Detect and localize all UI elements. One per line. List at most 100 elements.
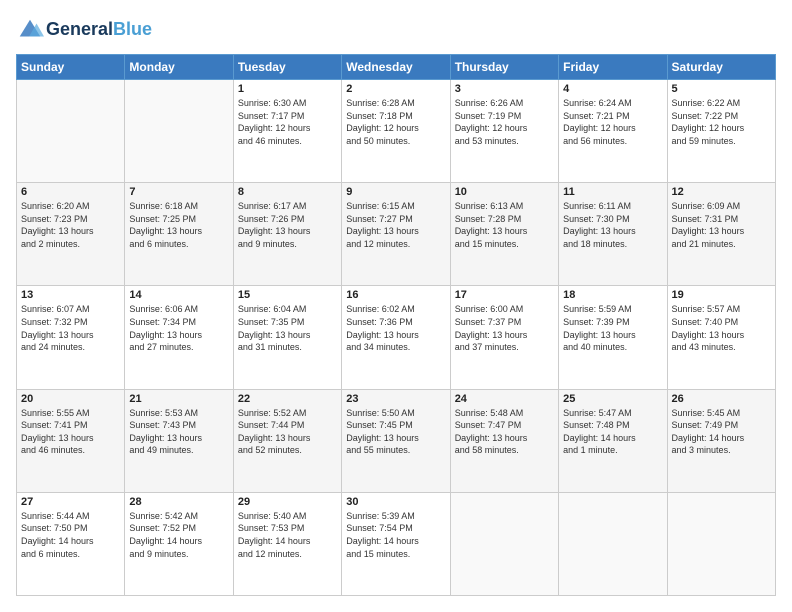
calendar-day-header: Sunday bbox=[17, 55, 125, 80]
calendar-day-cell: 2 Sunrise: 6:28 AM Sunset: 7:18 PM Daylig… bbox=[342, 80, 450, 183]
calendar-day-header: Thursday bbox=[450, 55, 558, 80]
calendar-day-cell: 6 Sunrise: 6:20 AM Sunset: 7:23 PM Daylig… bbox=[17, 183, 125, 286]
day-info: Sunrise: 6:24 AM Sunset: 7:21 PM Dayligh… bbox=[563, 97, 662, 147]
day-number: 6 bbox=[21, 186, 120, 198]
day-info: Sunrise: 6:11 AM Sunset: 7:30 PM Dayligh… bbox=[563, 200, 662, 250]
calendar-day-header: Friday bbox=[559, 55, 667, 80]
day-number: 13 bbox=[21, 289, 120, 301]
day-info: Sunrise: 5:57 AM Sunset: 7:40 PM Dayligh… bbox=[672, 303, 771, 353]
day-number: 27 bbox=[21, 496, 120, 508]
day-info: Sunrise: 6:06 AM Sunset: 7:34 PM Dayligh… bbox=[129, 303, 228, 353]
day-info: Sunrise: 5:52 AM Sunset: 7:44 PM Dayligh… bbox=[238, 407, 337, 457]
day-info: Sunrise: 5:48 AM Sunset: 7:47 PM Dayligh… bbox=[455, 407, 554, 457]
day-number: 23 bbox=[346, 393, 445, 405]
page: GeneralBlue SundayMondayTuesdayWednesday… bbox=[0, 0, 792, 612]
day-info: Sunrise: 5:44 AM Sunset: 7:50 PM Dayligh… bbox=[21, 510, 120, 560]
day-info: Sunrise: 5:47 AM Sunset: 7:48 PM Dayligh… bbox=[563, 407, 662, 457]
day-info: Sunrise: 6:20 AM Sunset: 7:23 PM Dayligh… bbox=[21, 200, 120, 250]
logo-text: GeneralBlue bbox=[46, 20, 152, 40]
day-number: 22 bbox=[238, 393, 337, 405]
day-info: Sunrise: 5:40 AM Sunset: 7:53 PM Dayligh… bbox=[238, 510, 337, 560]
day-number: 8 bbox=[238, 186, 337, 198]
day-number: 21 bbox=[129, 393, 228, 405]
calendar-day-cell: 12Sunrise: 6:09 AM Sunset: 7:31 PM Dayli… bbox=[667, 183, 775, 286]
day-info: Sunrise: 6:17 AM Sunset: 7:26 PM Dayligh… bbox=[238, 200, 337, 250]
calendar-day-header: Wednesday bbox=[342, 55, 450, 80]
calendar-day-cell: 9Sunrise: 6:15 AM Sunset: 7:27 PM Daylig… bbox=[342, 183, 450, 286]
calendar-day-cell: 7 Sunrise: 6:18 AM Sunset: 7:25 PM Daylig… bbox=[125, 183, 233, 286]
day-info: Sunrise: 5:39 AM Sunset: 7:54 PM Dayligh… bbox=[346, 510, 445, 560]
calendar-table: SundayMondayTuesdayWednesdayThursdayFrid… bbox=[16, 54, 776, 596]
day-number: 10 bbox=[455, 186, 554, 198]
calendar-day-cell: 30 Sunrise: 5:39 AM Sunset: 7:54 PM Dayli… bbox=[342, 492, 450, 595]
calendar-day-cell: 14 Sunrise: 6:06 AM Sunset: 7:34 PM Dayli… bbox=[125, 286, 233, 389]
calendar-day-cell: 8 Sunrise: 6:17 AM Sunset: 7:26 PM Daylig… bbox=[233, 183, 341, 286]
day-info: Sunrise: 6:28 AM Sunset: 7:18 PM Dayligh… bbox=[346, 97, 445, 147]
day-number: 17 bbox=[455, 289, 554, 301]
calendar-header-row: SundayMondayTuesdayWednesdayThursdayFrid… bbox=[17, 55, 776, 80]
calendar-day-cell: 23 Sunrise: 5:50 AM Sunset: 7:45 PM Dayli… bbox=[342, 389, 450, 492]
calendar-day-cell: 27 Sunrise: 5:44 AM Sunset: 7:50 PM Dayli… bbox=[17, 492, 125, 595]
calendar-day-cell: 17Sunrise: 6:00 AM Sunset: 7:37 PM Dayli… bbox=[450, 286, 558, 389]
calendar-week-row: 27 Sunrise: 5:44 AM Sunset: 7:50 PM Dayli… bbox=[17, 492, 776, 595]
calendar-day-cell bbox=[559, 492, 667, 595]
day-info: Sunrise: 5:45 AM Sunset: 7:49 PM Dayligh… bbox=[672, 407, 771, 457]
day-number: 3 bbox=[455, 83, 554, 95]
day-info: Sunrise: 5:55 AM Sunset: 7:41 PM Dayligh… bbox=[21, 407, 120, 457]
calendar-day-cell: 4 Sunrise: 6:24 AM Sunset: 7:21 PM Daylig… bbox=[559, 80, 667, 183]
calendar-day-cell: 22 Sunrise: 5:52 AM Sunset: 7:44 PM Dayli… bbox=[233, 389, 341, 492]
day-number: 19 bbox=[672, 289, 771, 301]
calendar-week-row: 20 Sunrise: 5:55 AM Sunset: 7:41 PM Dayli… bbox=[17, 389, 776, 492]
day-info: Sunrise: 5:42 AM Sunset: 7:52 PM Dayligh… bbox=[129, 510, 228, 560]
day-number: 29 bbox=[238, 496, 337, 508]
calendar-day-cell: 13 Sunrise: 6:07 AM Sunset: 7:32 PM Dayli… bbox=[17, 286, 125, 389]
calendar-day-cell: 20 Sunrise: 5:55 AM Sunset: 7:41 PM Dayli… bbox=[17, 389, 125, 492]
calendar-day-cell: 10 Sunrise: 6:13 AM Sunset: 7:28 PM Dayli… bbox=[450, 183, 558, 286]
day-number: 28 bbox=[129, 496, 228, 508]
day-info: Sunrise: 5:50 AM Sunset: 7:45 PM Dayligh… bbox=[346, 407, 445, 457]
calendar-day-cell: 11 Sunrise: 6:11 AM Sunset: 7:30 PM Dayli… bbox=[559, 183, 667, 286]
calendar-week-row: 13 Sunrise: 6:07 AM Sunset: 7:32 PM Dayli… bbox=[17, 286, 776, 389]
day-number: 30 bbox=[346, 496, 445, 508]
day-number: 4 bbox=[563, 83, 662, 95]
calendar-day-cell: 16Sunrise: 6:02 AM Sunset: 7:36 PM Dayli… bbox=[342, 286, 450, 389]
calendar-day-cell: 18 Sunrise: 5:59 AM Sunset: 7:39 PM Dayli… bbox=[559, 286, 667, 389]
day-info: Sunrise: 6:07 AM Sunset: 7:32 PM Dayligh… bbox=[21, 303, 120, 353]
day-info: Sunrise: 6:13 AM Sunset: 7:28 PM Dayligh… bbox=[455, 200, 554, 250]
day-number: 14 bbox=[129, 289, 228, 301]
day-info: Sunrise: 5:53 AM Sunset: 7:43 PM Dayligh… bbox=[129, 407, 228, 457]
day-number: 24 bbox=[455, 393, 554, 405]
calendar-day-cell: 29 Sunrise: 5:40 AM Sunset: 7:53 PM Dayli… bbox=[233, 492, 341, 595]
day-number: 15 bbox=[238, 289, 337, 301]
calendar-day-header: Monday bbox=[125, 55, 233, 80]
day-number: 2 bbox=[346, 83, 445, 95]
day-info: Sunrise: 6:04 AM Sunset: 7:35 PM Dayligh… bbox=[238, 303, 337, 353]
day-number: 20 bbox=[21, 393, 120, 405]
calendar-day-cell: 15 Sunrise: 6:04 AM Sunset: 7:35 PM Dayli… bbox=[233, 286, 341, 389]
calendar-day-cell bbox=[125, 80, 233, 183]
calendar-day-cell: 1Sunrise: 6:30 AM Sunset: 7:17 PM Daylig… bbox=[233, 80, 341, 183]
day-info: Sunrise: 5:59 AM Sunset: 7:39 PM Dayligh… bbox=[563, 303, 662, 353]
day-number: 9 bbox=[346, 186, 445, 198]
day-number: 7 bbox=[129, 186, 228, 198]
day-number: 1 bbox=[238, 83, 337, 95]
calendar-day-cell bbox=[450, 492, 558, 595]
calendar-day-cell: 25 Sunrise: 5:47 AM Sunset: 7:48 PM Dayli… bbox=[559, 389, 667, 492]
calendar-day-cell bbox=[17, 80, 125, 183]
day-info: Sunrise: 6:02 AM Sunset: 7:36 PM Dayligh… bbox=[346, 303, 445, 353]
day-info: Sunrise: 6:18 AM Sunset: 7:25 PM Dayligh… bbox=[129, 200, 228, 250]
calendar-day-cell: 3 Sunrise: 6:26 AM Sunset: 7:19 PM Daylig… bbox=[450, 80, 558, 183]
day-number: 5 bbox=[672, 83, 771, 95]
day-number: 18 bbox=[563, 289, 662, 301]
header: GeneralBlue bbox=[16, 16, 776, 44]
calendar-day-cell: 24 Sunrise: 5:48 AM Sunset: 7:47 PM Dayli… bbox=[450, 389, 558, 492]
calendar-day-cell bbox=[667, 492, 775, 595]
calendar-day-cell: 28 Sunrise: 5:42 AM Sunset: 7:52 PM Dayli… bbox=[125, 492, 233, 595]
day-number: 11 bbox=[563, 186, 662, 198]
day-info: Sunrise: 6:26 AM Sunset: 7:19 PM Dayligh… bbox=[455, 97, 554, 147]
calendar-day-header: Saturday bbox=[667, 55, 775, 80]
day-number: 25 bbox=[563, 393, 662, 405]
logo: GeneralBlue bbox=[16, 16, 152, 44]
calendar-week-row: 1Sunrise: 6:30 AM Sunset: 7:17 PM Daylig… bbox=[17, 80, 776, 183]
calendar-day-header: Tuesday bbox=[233, 55, 341, 80]
